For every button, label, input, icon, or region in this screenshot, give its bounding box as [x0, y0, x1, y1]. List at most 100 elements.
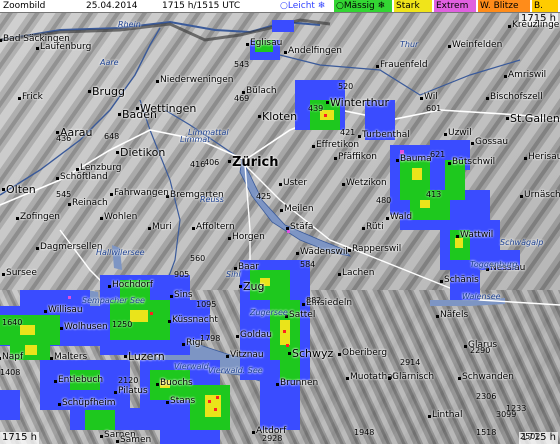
elevation-label: 545 [56, 190, 72, 199]
place-marker [54, 380, 57, 383]
place-marker [284, 51, 287, 54]
elevation-label: 1095 [196, 300, 217, 309]
elevation-label: 469 [234, 94, 250, 103]
place-label: Winterthur [330, 96, 390, 109]
place-label: Horgen [232, 232, 265, 242]
place-label: Pfäffikon [338, 152, 377, 162]
place-label: Bülach [246, 86, 277, 96]
place-label: Dietikon [120, 146, 166, 159]
place-label: Eglisau [250, 38, 283, 48]
place-marker [448, 45, 451, 48]
place-label: Glärnisch [392, 372, 435, 382]
place-label: Weinfelden [452, 40, 503, 50]
place-marker [428, 415, 431, 418]
water-label: Vierwald. See [208, 366, 263, 375]
elevation-label: 439 [308, 104, 324, 113]
water-label: Sihl [226, 270, 241, 279]
elevation-label: 2306 [476, 392, 497, 401]
place-label: Lachen [342, 268, 375, 278]
place-marker [348, 249, 351, 252]
place-marker [110, 193, 113, 196]
place-marker [508, 25, 511, 28]
place-marker [36, 247, 39, 250]
place-label: Effretikon [316, 140, 360, 150]
app-label: Zoombild [3, 1, 46, 11]
place-label: Zug [243, 280, 265, 293]
place-label: Buochs [160, 378, 193, 388]
elevation-label: 1408 [0, 368, 21, 377]
place-label: Hochdorf [112, 280, 154, 290]
water-label: Sempacher See [82, 296, 145, 305]
place-label: Brunnen [280, 378, 319, 388]
elevation-label: 436 [56, 134, 72, 143]
place-label: Frauenfeld [380, 60, 428, 70]
place-marker [156, 80, 159, 83]
place-label: St.Gallen [510, 112, 560, 125]
legend-item-5: B. [532, 0, 558, 12]
place-marker [362, 227, 365, 230]
elevation-label: 406 [204, 158, 220, 167]
elevation-label: 905 [174, 270, 190, 279]
place-marker [182, 343, 185, 346]
water-label: Hallwilersee [96, 248, 145, 257]
place-marker [456, 235, 459, 238]
place-label: Baar [238, 262, 259, 272]
elevation-label: 2914 [400, 358, 421, 367]
elevation-label: 1233 [506, 404, 527, 413]
elevation-label: 584 [300, 260, 316, 269]
place-label: Wettingen [140, 102, 197, 115]
place-label: Amriswil [508, 70, 547, 80]
place-marker [444, 133, 447, 136]
place-marker [338, 273, 341, 276]
place-label: Küssnacht [172, 315, 218, 325]
place-marker [236, 335, 239, 338]
place-label: Dagmersellen [40, 242, 103, 252]
place-label: Brugg [92, 85, 126, 98]
place-label: Bauma [400, 154, 432, 164]
elevation-label: 413 [426, 190, 442, 199]
elevation-label: 882 [306, 296, 322, 305]
place-marker [60, 327, 63, 330]
elevation-label: 416 [190, 160, 206, 169]
place-marker [448, 162, 451, 165]
place-label: Entlebuch [58, 375, 104, 385]
elevation-label: 2928 [262, 434, 283, 443]
legend-item-4: W. Blitze [478, 0, 530, 12]
elevation-label: 421 [340, 128, 356, 137]
place-marker [296, 252, 299, 255]
place-marker [124, 355, 127, 358]
place-marker [312, 145, 315, 148]
place-marker [68, 203, 71, 206]
place-label: Muri [152, 222, 172, 232]
place-marker [0, 357, 1, 360]
place-label: Sattel [289, 310, 316, 320]
place-marker [386, 217, 389, 220]
place-marker [288, 352, 291, 355]
place-label: Laufenburg [40, 42, 92, 52]
elevation-label: 1798 [200, 334, 221, 343]
place-marker [279, 183, 282, 186]
elevation-label: 2502 [520, 432, 541, 441]
place-label: Bischofszell [490, 92, 543, 102]
place-label: Affoltern [196, 222, 235, 232]
legend-item-3: Extrem [434, 0, 476, 12]
place-label: Wattwil [460, 230, 494, 240]
place-marker [170, 295, 173, 298]
place-label: Oberiberg [342, 348, 388, 358]
place-marker [464, 345, 467, 348]
place-marker [16, 217, 19, 220]
place-label: Schwanden [462, 372, 514, 382]
place-label: Luzern [128, 350, 165, 363]
place-marker [506, 117, 509, 120]
date-label: 25.04.2014 [86, 1, 138, 11]
elevation-label: 621 [430, 150, 446, 159]
place-label: Napf [2, 352, 24, 362]
water-label: Vierwald. [174, 362, 212, 371]
place-label: Gossau [475, 137, 509, 147]
place-label: Herisau [528, 152, 560, 162]
place-marker [136, 107, 139, 110]
elevation-label: 648 [104, 132, 120, 141]
elevation-label: 1640 [2, 318, 23, 327]
place-label: Andelfingen [288, 46, 342, 56]
place-label: Frick [22, 92, 43, 102]
